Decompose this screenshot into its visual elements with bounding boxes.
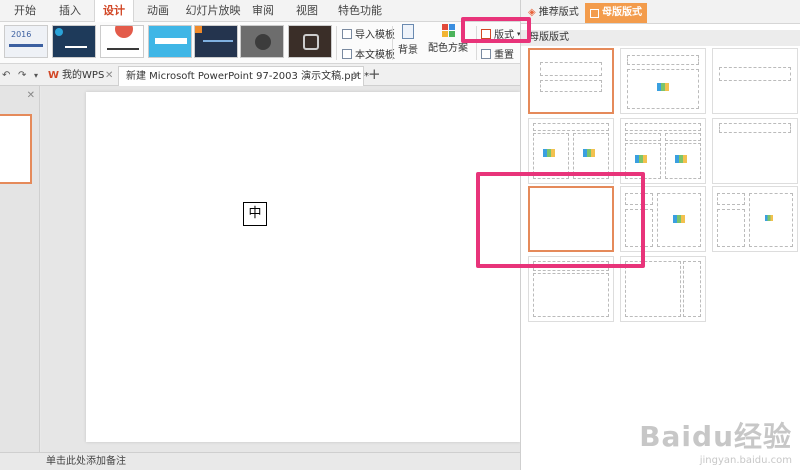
section-title: 母版版式: [521, 30, 800, 46]
theme-thumbnail-3[interactable]: [100, 25, 144, 58]
body-template-label: 本文模板: [355, 50, 395, 61]
wps-logo-icon: W: [48, 70, 60, 81]
layout-title-content[interactable]: [620, 48, 706, 114]
new-tab-icon[interactable]: +: [368, 64, 381, 84]
ime-indicator: 中: [243, 202, 267, 226]
reset-icon: [481, 48, 491, 59]
tab-my-wps[interactable]: W 我的WPS: [48, 66, 104, 86]
tab-view[interactable]: 视图: [292, 0, 322, 22]
reset-label: 重置: [494, 50, 514, 61]
tab-insert[interactable]: 插入: [55, 0, 85, 22]
import-template-button[interactable]: 导入模板: [342, 26, 395, 41]
theme-thumbnail-2[interactable]: [52, 25, 96, 58]
tab-my-wps-label: 我的WPS: [62, 70, 105, 81]
import-template-label: 导入模板: [355, 30, 395, 41]
layout-title-only[interactable]: [712, 118, 798, 184]
tab-animation[interactable]: 动画: [143, 0, 173, 22]
tab-design[interactable]: 设计: [94, 0, 134, 23]
close-document-tab-icon[interactable]: ✕: [352, 66, 360, 86]
tab-recommended-layouts[interactable]: ◈ 推荐版式: [523, 3, 584, 23]
tab-review[interactable]: 审阅: [248, 0, 278, 22]
reset-button[interactable]: 重置: [481, 46, 514, 61]
baidu-watermark: Baidu经验 jingyan.baidu.com: [639, 415, 792, 466]
tab-home[interactable]: 开始: [10, 0, 40, 22]
close-tab-icon[interactable]: ✕: [105, 66, 113, 86]
panel-tabs: ◈ 推荐版式 母版版式: [521, 0, 800, 24]
layout-section-header[interactable]: [712, 48, 798, 114]
theme-thumbnail-5[interactable]: [194, 25, 238, 58]
tab-master-label: 母版版式: [602, 7, 642, 18]
tab-slideshow[interactable]: 幻灯片放映: [183, 0, 243, 22]
tab-recommended-label: 推荐版式: [538, 7, 579, 18]
import-template-icon: [342, 28, 352, 39]
tab-active-document-label: 新建 Microsoft PowerPoint 97-2003 演示文稿.ppt…: [126, 70, 370, 82]
slide-canvas[interactable]: [86, 92, 520, 442]
close-pane-icon[interactable]: ✕: [27, 90, 35, 101]
undo-icon[interactable]: ↶: [2, 66, 10, 86]
slide-thumbnail-pane: ✕: [0, 86, 40, 452]
theme-thumbnail-1[interactable]: 2016: [4, 25, 48, 58]
watermark-brand: Baidu经验: [639, 420, 792, 453]
layout-title-slide[interactable]: [528, 48, 614, 114]
notes-area[interactable]: 单击此处添加备注: [0, 452, 520, 470]
document-tab-bar: ↶ ↷ ▾ W 我的WPS ✕ 新建 Microsoft PowerPoint …: [0, 64, 520, 86]
highlight-layout-button: [461, 17, 531, 43]
theme-thumbnail-4[interactable]: [148, 25, 192, 58]
master-layout-icon: [590, 8, 599, 18]
tab-master-layouts[interactable]: 母版版式: [585, 3, 647, 23]
tab-active-document[interactable]: 新建 Microsoft PowerPoint 97-2003 演示文稿.ppt…: [118, 66, 369, 86]
theme-year-label: 2016: [11, 30, 32, 39]
watermark-url: jingyan.baidu.com: [699, 455, 792, 466]
background-icon: [402, 24, 414, 39]
tab-special[interactable]: 特色功能: [330, 0, 390, 22]
design-ribbon: 2016 导入模板 本文模板 背景 配色方案 版式 ▾ 重置: [0, 22, 521, 64]
highlight-blank-layout: [476, 172, 645, 268]
theme-thumbnail-6[interactable]: [240, 25, 284, 58]
body-template-icon: [342, 48, 352, 59]
color-scheme-icon: [441, 24, 455, 37]
background-label: 背景: [398, 45, 418, 56]
body-template-button[interactable]: 本文模板: [342, 46, 395, 61]
quick-access-menu-icon[interactable]: ▾: [34, 66, 38, 86]
layout-picture-caption[interactable]: [712, 186, 798, 252]
redo-icon[interactable]: ↷: [18, 66, 26, 86]
slide-thumbnail[interactable]: [0, 114, 32, 184]
theme-thumbnail-7[interactable]: [288, 25, 332, 58]
background-button[interactable]: 背景: [398, 24, 418, 56]
menu-bar: 开始 插入 设计 动画 幻灯片放映 审阅 视图 特色功能: [0, 0, 520, 23]
